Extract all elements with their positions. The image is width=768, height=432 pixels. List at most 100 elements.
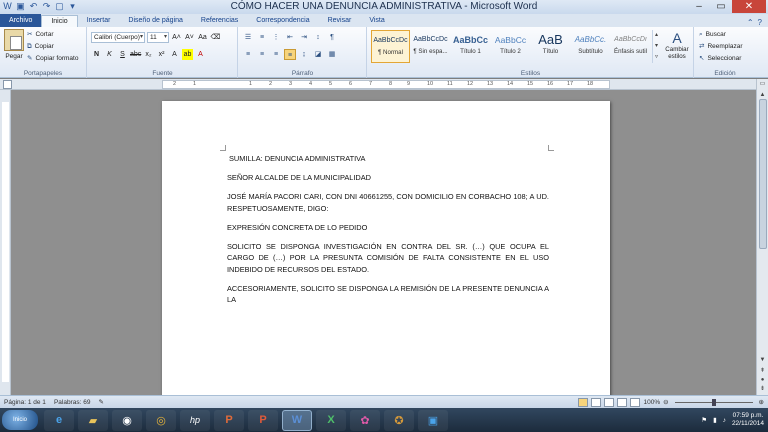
powerpoint-icon[interactable]: P (214, 409, 244, 431)
word-icon[interactable]: W (282, 409, 312, 431)
scroll-down-icon[interactable]: ▼ (757, 355, 768, 365)
replace-button[interactable]: ⇄ Reemplazar (699, 41, 743, 53)
find-button[interactable]: ⌕ Buscar (699, 29, 743, 41)
ruler-toggle-icon[interactable]: ▭ (757, 79, 768, 89)
scroll-thumb[interactable] (759, 99, 767, 249)
app-icon[interactable]: ▣ (418, 409, 448, 431)
grow-font-icon[interactable]: A˄ (171, 32, 182, 43)
file-explorer-icon[interactable]: ▰ (78, 409, 108, 431)
print-layout-icon[interactable] (578, 397, 589, 407)
tab-correspondencia[interactable]: Correspondencia (247, 15, 318, 27)
change-styles-button[interactable]: A Cambiar estilos (662, 30, 692, 60)
clear-format-icon[interactable]: ⌫ (210, 32, 221, 43)
numbering-icon[interactable]: ≡ (256, 32, 268, 43)
vertical-ruler-strip[interactable] (2, 102, 9, 382)
document-body[interactable]: SUMILLA: DENUNCIA ADMINISTRATIVA SEÑOR A… (227, 153, 549, 313)
start-button[interactable]: Inicio (2, 410, 38, 430)
internet-explorer-icon[interactable]: e (44, 409, 74, 431)
copy-button[interactable]: ⧉ Copiar (27, 41, 78, 53)
paste-button[interactable]: Pegar (3, 29, 25, 60)
paint-icon[interactable]: ✪ (384, 409, 414, 431)
proofing-icon[interactable]: ✎ (98, 398, 103, 406)
volume-icon[interactable]: ♪ (723, 417, 726, 424)
network-icon[interactable]: ▮ (713, 416, 717, 424)
style-subtitle[interactable]: AaBbCc. Subtítulo (571, 30, 610, 63)
shrink-font-icon[interactable]: A˅ (184, 32, 195, 43)
draft-view-icon[interactable] (630, 397, 641, 407)
tab-selector[interactable] (3, 80, 12, 89)
outline-view-icon[interactable] (617, 397, 628, 407)
subscript-icon[interactable]: x₂ (143, 49, 154, 60)
web-layout-icon[interactable] (604, 397, 615, 407)
cut-button[interactable]: ✂ Cortar (27, 29, 78, 41)
line-spacing-icon[interactable]: ↨ (298, 49, 310, 60)
word-count[interactable]: Palabras: 69 (54, 399, 91, 406)
media-player-icon[interactable]: ◉ (112, 409, 142, 431)
align-left-icon[interactable]: ≡ (242, 49, 254, 60)
paragraph: SOLICITO SE DISPONGA INVESTIGACIÓN EN CO… (227, 241, 549, 274)
bold-icon[interactable]: N (91, 49, 102, 60)
underline-icon[interactable]: S (117, 49, 128, 60)
show-marks-icon[interactable]: ¶ (326, 32, 338, 43)
pdf-icon[interactable]: P (248, 409, 278, 431)
close-button[interactable]: ✕ (732, 0, 766, 13)
full-screen-reading-icon[interactable] (591, 397, 602, 407)
zoom-slider[interactable] (674, 398, 753, 406)
page-count[interactable]: Página: 1 de 1 (4, 399, 46, 406)
bullets-icon[interactable]: ☰ (242, 32, 254, 43)
change-case-icon[interactable]: Aa (197, 32, 208, 43)
borders-icon[interactable]: ▦ (326, 49, 338, 60)
decrease-indent-icon[interactable]: ⇤ (284, 32, 296, 43)
tab-referencias[interactable]: Referencias (192, 15, 247, 27)
tab-diseno-de-pagina[interactable]: Diseño de página (119, 15, 192, 27)
zoom-in-icon[interactable]: ⊕ (759, 398, 764, 406)
align-center-icon[interactable]: ≡ (256, 49, 268, 60)
shading-icon[interactable]: ◪ (312, 49, 324, 60)
zoom-level[interactable]: 100% (643, 399, 660, 406)
tab-vista[interactable]: Vista (360, 15, 393, 27)
document-page[interactable]: SUMILLA: DENUNCIA ADMINISTRATIVA SEÑOR A… (162, 101, 610, 395)
style-title[interactable]: AaB Título (531, 30, 570, 63)
styles-scroll[interactable]: ▴ ▾ ▿ (652, 30, 660, 63)
highlight-icon[interactable]: ab (182, 49, 193, 60)
style-heading-2[interactable]: AaBbCc Título 2 (491, 30, 530, 63)
text-effects-icon[interactable]: A (169, 49, 180, 60)
hp-icon[interactable]: hp (180, 409, 210, 431)
clipboard-icon (4, 29, 24, 51)
increase-indent-icon[interactable]: ⇥ (298, 32, 310, 43)
style-subtle-emphasis[interactable]: AaBbCcDı Énfasis sutil (611, 30, 650, 63)
excel-icon[interactable]: X (316, 409, 346, 431)
strikethrough-icon[interactable]: abc (130, 49, 141, 60)
superscript-icon[interactable]: x² (156, 49, 167, 60)
chrome-icon[interactable]: ◎ (146, 409, 176, 431)
minimize-button[interactable]: – (688, 0, 710, 13)
tab-insertar[interactable]: Insertar (78, 15, 120, 27)
format-painter-button[interactable]: ✎ Copiar formato (27, 53, 78, 65)
zoom-slider-knob[interactable] (711, 398, 716, 406)
tab-archivo[interactable]: Archivo (0, 14, 42, 27)
help-icon[interactable]: ? (758, 18, 762, 27)
style-heading-1[interactable]: AaBbCc Título 1 (451, 30, 490, 63)
flag-icon[interactable]: ⚑ (701, 416, 707, 424)
font-size-select[interactable]: 11 (147, 32, 169, 43)
multilevel-list-icon[interactable]: ⋮ (270, 32, 282, 43)
zoom-out-icon[interactable]: ⊖ (663, 398, 668, 406)
justify-icon[interactable]: ≡ (284, 49, 296, 60)
select-button[interactable]: ↖ Seleccionar (699, 53, 743, 65)
style-normal[interactable]: AaBbCcDc ¶ Normal (371, 30, 410, 63)
next-page-icon[interactable]: ⇟ (757, 384, 768, 394)
style-no-spacing[interactable]: AaBbCcDc ¶ Sin espa... (411, 30, 450, 63)
picasa-icon[interactable]: ✿ (350, 409, 380, 431)
sort-icon[interactable]: ↕ (312, 32, 324, 43)
tab-revisar[interactable]: Revisar (319, 15, 361, 27)
italic-icon[interactable]: K (104, 49, 115, 60)
minimize-ribbon-icon[interactable]: ⌃ (747, 18, 754, 27)
clock[interactable]: 07:59 p.m. 22/11/2014 (732, 412, 764, 428)
ruler-strip[interactable]: 2 1 1 2 3 4 5 6 7 8 9 10 11 12 13 14 15 … (162, 80, 610, 89)
font-color-icon[interactable]: A (195, 49, 206, 60)
maximize-button[interactable]: ▭ (710, 0, 732, 13)
tab-inicio[interactable]: Inicio (41, 15, 78, 27)
align-right-icon[interactable]: ≡ (270, 49, 282, 60)
font-family-select[interactable]: Calibri (Cuerpo) (91, 32, 145, 43)
vertical-scrollbar[interactable]: ▭ ▲ ▼ ⇞ ● ⇟ (756, 79, 768, 395)
